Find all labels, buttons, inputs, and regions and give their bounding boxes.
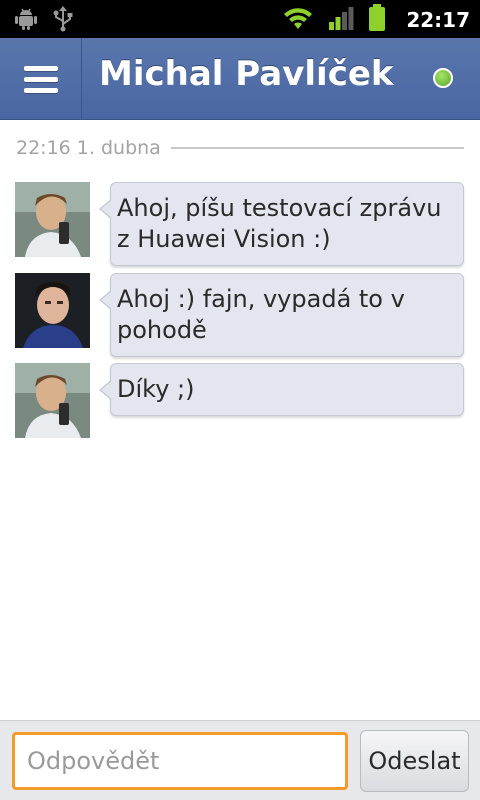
divider-line: [170, 147, 464, 149]
clock: 22:17: [406, 8, 470, 32]
message-bubble: Ahoj :) fajn, vypadá to v pohodě: [99, 273, 464, 357]
android-debug-icon: [14, 7, 38, 35]
avatar[interactable]: [15, 182, 90, 257]
message-bubble: Díky ;): [99, 363, 464, 416]
avatar[interactable]: [15, 363, 90, 438]
battery-icon: [368, 4, 386, 36]
message-bubble: Ahoj, píšu testovací zprávu z Huawei Vis…: [99, 182, 464, 266]
reply-input[interactable]: [12, 732, 348, 790]
message-timestamp: 22:16 1. dubna: [16, 137, 161, 159]
online-status-icon: [433, 68, 453, 88]
contact-name: Michal Pavlíček: [99, 54, 394, 94]
reply-composer: Odeslat: [0, 720, 480, 800]
wifi-icon: [282, 5, 314, 35]
timestamp-divider: 22:16 1. dubna: [16, 134, 464, 162]
conversation-header: Michal Pavlíček: [0, 38, 480, 120]
usb-icon: [52, 6, 74, 36]
hamburger-menu-icon[interactable]: [0, 38, 82, 120]
message-text-line: Díky ;): [117, 375, 195, 403]
message-text-line: z Huawei Vision :): [117, 225, 331, 253]
send-button[interactable]: Odeslat: [360, 730, 469, 792]
message-text-line: Ahoj, píšu testovací zprávu: [117, 194, 442, 222]
status-bar: 22:17: [0, 0, 480, 38]
signal-icon: [328, 5, 354, 35]
message-text-line: Ahoj :) fajn, vypadá to v: [117, 285, 405, 313]
message-text-line: pohodě: [117, 316, 207, 344]
avatar[interactable]: [15, 273, 90, 348]
